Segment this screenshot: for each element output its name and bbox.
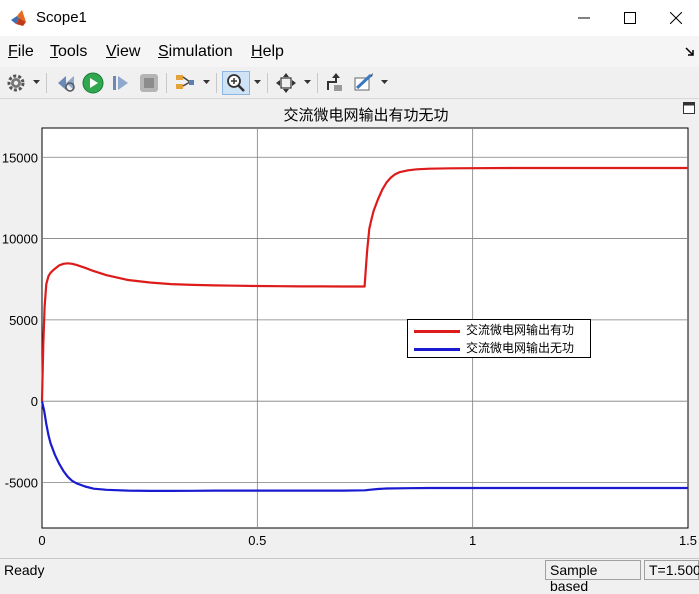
y-tick-label: 5000 <box>9 313 38 328</box>
close-button[interactable] <box>653 0 699 36</box>
x-tick-label: 1 <box>469 533 476 548</box>
undock-icon[interactable] <box>683 102 695 114</box>
step-forward-icon <box>113 76 128 90</box>
x-tick-label: 0 <box>38 533 45 548</box>
status-bar: Ready Sample based T=1.500 <box>0 558 699 594</box>
y-tick-labels: -5000 0 5000 10000 15000 <box>2 150 38 490</box>
style-button[interactable] <box>352 72 374 94</box>
gear-icon <box>7 74 25 92</box>
chevron-down-icon[interactable] <box>304 80 311 85</box>
toolbar-divider <box>46 73 47 93</box>
toolbar-divider <box>267 73 268 93</box>
run-icon <box>82 72 104 94</box>
chevron-down-icon[interactable] <box>33 80 40 85</box>
legend-swatch-active-power <box>414 330 460 333</box>
stop-icon <box>140 74 158 92</box>
x-tick-label: 0.5 <box>248 533 266 548</box>
chevron-down-icon[interactable] <box>203 80 210 85</box>
title-bar: Scope1 <box>0 0 699 36</box>
chevron-down-icon[interactable] <box>381 80 388 85</box>
autoscale-icon <box>276 73 296 93</box>
sample-mode-indicator: Sample based <box>545 560 641 594</box>
plot-background <box>41 127 689 529</box>
configuration-button[interactable] <box>5 72 27 94</box>
toolbar-divider <box>216 73 217 93</box>
toolbar-divider <box>317 73 318 93</box>
legend-label-active-power: 交流微电网输出有功 <box>466 323 575 337</box>
dock-arrow-icon[interactable] <box>685 47 695 57</box>
menu-view[interactable]: View <box>106 42 140 62</box>
style-icon <box>354 73 373 91</box>
chevron-down-icon[interactable] <box>254 80 261 85</box>
rewind-icon <box>58 76 75 92</box>
menu-file[interactable]: File <box>8 42 34 62</box>
x-tick-label: 1.5 <box>679 533 697 548</box>
chart-title: 交流微电网输出有功无功 <box>283 106 448 124</box>
maximize-icon <box>624 12 636 24</box>
step-back-button[interactable] <box>55 72 77 94</box>
signal-selector-button[interactable] <box>174 72 196 94</box>
maximize-button[interactable] <box>607 0 653 36</box>
highlight-block-icon <box>327 73 342 91</box>
zoom-button[interactable] <box>222 71 250 95</box>
minimize-icon <box>578 17 590 19</box>
y-tick-label: 10000 <box>2 232 38 247</box>
menu-bar: File Tools View Simulation Help <box>0 36 699 67</box>
scope-plot[interactable]: 交流微电网输出有功无功 -5000 0 5000 10000 15000 0 0.5 1 1.… <box>0 99 699 558</box>
simulation-time: T=1.500 <box>644 560 699 580</box>
scope-axes-panel: 交流微电网输出有功无功 -5000 0 5000 10000 15000 0 0.5 1 1.… <box>0 99 699 558</box>
run-button[interactable] <box>82 72 104 94</box>
signal-selector-icon <box>176 75 194 89</box>
step-forward-button[interactable] <box>110 72 132 94</box>
toolbar-divider <box>166 73 167 93</box>
matlab-logo-icon <box>11 10 26 26</box>
toolbar <box>0 67 699 99</box>
zoom-in-icon <box>227 74 245 92</box>
legend-swatch-reactive-power <box>414 348 460 351</box>
menu-help[interactable]: Help <box>251 42 284 62</box>
menu-tools[interactable]: Tools <box>50 42 87 62</box>
minimize-button[interactable] <box>561 0 607 36</box>
status-text: Ready <box>4 562 45 578</box>
window-title: Scope1 <box>36 9 87 26</box>
y-tick-label: 15000 <box>2 150 38 165</box>
highlight-block-button[interactable] <box>324 72 346 94</box>
legend-label-reactive-power: 交流微电网输出无功 <box>466 341 575 355</box>
x-tick-labels: 0 0.5 1 1.5 <box>38 533 697 548</box>
autoscale-button[interactable] <box>275 72 297 94</box>
y-tick-label: -5000 <box>5 475 38 490</box>
close-icon <box>670 12 682 24</box>
menu-simulation[interactable]: Simulation <box>158 42 233 62</box>
stop-button[interactable] <box>138 72 160 94</box>
chart-legend[interactable]: 交流微电网输出有功 交流微电网输出无功 <box>407 319 591 358</box>
y-tick-label: 0 <box>31 394 38 409</box>
